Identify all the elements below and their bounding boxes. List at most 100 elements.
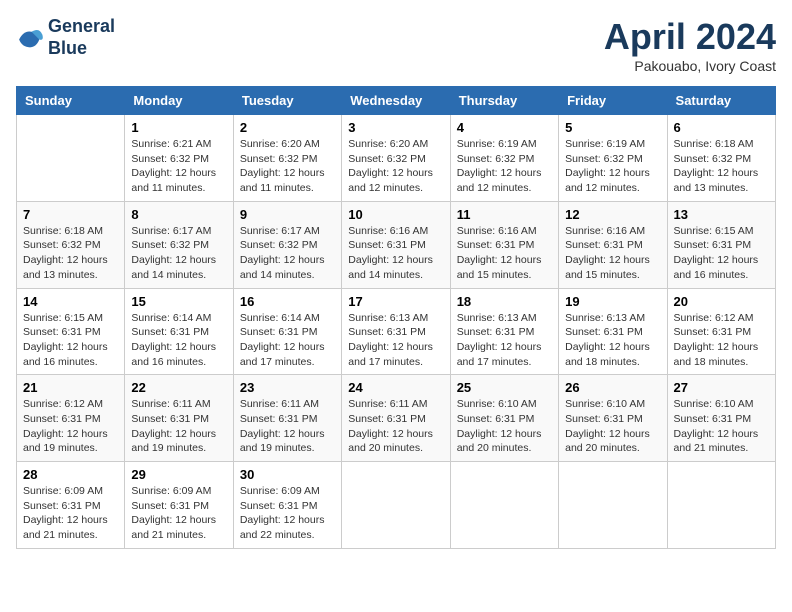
calendar-cell bbox=[667, 462, 775, 549]
day-info: Sunrise: 6:09 AM Sunset: 6:31 PM Dayligh… bbox=[23, 484, 118, 543]
day-number: 20 bbox=[674, 294, 769, 309]
calendar-cell: 27 Sunrise: 6:10 AM Sunset: 6:31 PM Dayli… bbox=[667, 375, 775, 462]
day-number: 5 bbox=[565, 120, 660, 135]
calendar-cell: 4Sunrise: 6:19 AM Sunset: 6:32 PM Daylig… bbox=[450, 115, 558, 202]
calendar-cell: 7 Sunrise: 6:18 AM Sunset: 6:32 PM Daylig… bbox=[17, 201, 125, 288]
calendar-table: SundayMondayTuesdayWednesdayThursdayFrid… bbox=[16, 86, 776, 549]
weekday-header: Saturday bbox=[667, 87, 775, 115]
calendar-cell: 15 Sunrise: 6:14 AM Sunset: 6:31 PM Dayli… bbox=[125, 288, 233, 375]
day-number: 11 bbox=[457, 207, 552, 222]
day-info: Sunrise: 6:15 AM Sunset: 6:31 PM Dayligh… bbox=[674, 224, 769, 283]
day-info: Sunrise: 6:21 AM Sunset: 6:32 PM Dayligh… bbox=[131, 137, 226, 196]
day-number: 26 bbox=[565, 380, 660, 395]
calendar-week-row: 28 Sunrise: 6:09 AM Sunset: 6:31 PM Dayli… bbox=[17, 462, 776, 549]
day-number: 8 bbox=[131, 207, 226, 222]
weekday-header: Sunday bbox=[17, 87, 125, 115]
calendar-cell: 14Sunrise: 6:15 AM Sunset: 6:31 PM Dayli… bbox=[17, 288, 125, 375]
calendar-cell: 26 Sunrise: 6:10 AM Sunset: 6:31 PM Dayli… bbox=[559, 375, 667, 462]
logo-icon bbox=[16, 24, 44, 52]
calendar-cell: 22 Sunrise: 6:11 AM Sunset: 6:31 PM Dayli… bbox=[125, 375, 233, 462]
day-info: Sunrise: 6:12 AM Sunset: 6:31 PM Dayligh… bbox=[23, 397, 118, 456]
weekday-header: Monday bbox=[125, 87, 233, 115]
calendar-cell: 3Sunrise: 6:20 AM Sunset: 6:32 PM Daylig… bbox=[342, 115, 450, 202]
calendar-cell: 19 Sunrise: 6:13 AM Sunset: 6:31 PM Dayli… bbox=[559, 288, 667, 375]
day-number: 25 bbox=[457, 380, 552, 395]
calendar-cell: 17 Sunrise: 6:13 AM Sunset: 6:31 PM Dayli… bbox=[342, 288, 450, 375]
day-info: Sunrise: 6:09 AM Sunset: 6:31 PM Dayligh… bbox=[131, 484, 226, 543]
day-info: Sunrise: 6:17 AM Sunset: 6:32 PM Dayligh… bbox=[131, 224, 226, 283]
day-info: Sunrise: 6:10 AM Sunset: 6:31 PM Dayligh… bbox=[457, 397, 552, 456]
logo: General Blue bbox=[16, 16, 115, 59]
day-number: 18 bbox=[457, 294, 552, 309]
day-number: 6 bbox=[674, 120, 769, 135]
day-info: Sunrise: 6:11 AM Sunset: 6:31 PM Dayligh… bbox=[240, 397, 335, 456]
calendar-cell: 21 Sunrise: 6:12 AM Sunset: 6:31 PM Dayli… bbox=[17, 375, 125, 462]
day-info: Sunrise: 6:18 AM Sunset: 6:32 PM Dayligh… bbox=[674, 137, 769, 196]
day-info: Sunrise: 6:11 AM Sunset: 6:31 PM Dayligh… bbox=[348, 397, 443, 456]
page-header: General Blue April 2024 Pakouabo, Ivory … bbox=[16, 16, 776, 74]
day-info: Sunrise: 6:16 AM Sunset: 6:31 PM Dayligh… bbox=[565, 224, 660, 283]
day-number: 30 bbox=[240, 467, 335, 482]
day-number: 13 bbox=[674, 207, 769, 222]
logo-line1: General bbox=[48, 16, 115, 38]
day-info: Sunrise: 6:10 AM Sunset: 6:31 PM Dayligh… bbox=[674, 397, 769, 456]
calendar-cell: 20Sunrise: 6:12 AM Sunset: 6:31 PM Dayli… bbox=[667, 288, 775, 375]
month-title: April 2024 bbox=[604, 16, 776, 58]
calendar-cell: 30 Sunrise: 6:09 AM Sunset: 6:31 PM Dayli… bbox=[233, 462, 341, 549]
calendar-cell: 6 Sunrise: 6:18 AM Sunset: 6:32 PM Daylig… bbox=[667, 115, 775, 202]
day-number: 28 bbox=[23, 467, 118, 482]
day-number: 19 bbox=[565, 294, 660, 309]
calendar-cell: 25 Sunrise: 6:10 AM Sunset: 6:31 PM Dayli… bbox=[450, 375, 558, 462]
day-number: 1 bbox=[131, 120, 226, 135]
day-info: Sunrise: 6:14 AM Sunset: 6:31 PM Dayligh… bbox=[240, 311, 335, 370]
day-number: 27 bbox=[674, 380, 769, 395]
day-number: 21 bbox=[23, 380, 118, 395]
day-number: 24 bbox=[348, 380, 443, 395]
calendar-week-row: 1 Sunrise: 6:21 AM Sunset: 6:32 PM Daylig… bbox=[17, 115, 776, 202]
calendar-cell: 2Sunrise: 6:20 AM Sunset: 6:32 PM Daylig… bbox=[233, 115, 341, 202]
day-number: 17 bbox=[348, 294, 443, 309]
calendar-cell: 28 Sunrise: 6:09 AM Sunset: 6:31 PM Dayli… bbox=[17, 462, 125, 549]
weekday-header: Tuesday bbox=[233, 87, 341, 115]
calendar-cell: 24 Sunrise: 6:11 AM Sunset: 6:31 PM Dayli… bbox=[342, 375, 450, 462]
day-info: Sunrise: 6:10 AM Sunset: 6:31 PM Dayligh… bbox=[565, 397, 660, 456]
day-number: 10 bbox=[348, 207, 443, 222]
title-block: April 2024 Pakouabo, Ivory Coast bbox=[604, 16, 776, 74]
location: Pakouabo, Ivory Coast bbox=[604, 58, 776, 74]
calendar-cell: 1 Sunrise: 6:21 AM Sunset: 6:32 PM Daylig… bbox=[125, 115, 233, 202]
calendar-cell: 12Sunrise: 6:16 AM Sunset: 6:31 PM Dayli… bbox=[559, 201, 667, 288]
day-number: 15 bbox=[131, 294, 226, 309]
day-number: 22 bbox=[131, 380, 226, 395]
calendar-cell: 18Sunrise: 6:13 AM Sunset: 6:31 PM Dayli… bbox=[450, 288, 558, 375]
day-info: Sunrise: 6:13 AM Sunset: 6:31 PM Dayligh… bbox=[565, 311, 660, 370]
calendar-week-row: 21 Sunrise: 6:12 AM Sunset: 6:31 PM Dayli… bbox=[17, 375, 776, 462]
day-info: Sunrise: 6:11 AM Sunset: 6:31 PM Dayligh… bbox=[131, 397, 226, 456]
weekday-header: Thursday bbox=[450, 87, 558, 115]
weekday-header: Wednesday bbox=[342, 87, 450, 115]
logo-line2: Blue bbox=[48, 38, 115, 60]
calendar-cell: 16 Sunrise: 6:14 AM Sunset: 6:31 PM Dayli… bbox=[233, 288, 341, 375]
day-number: 14 bbox=[23, 294, 118, 309]
day-info: Sunrise: 6:16 AM Sunset: 6:31 PM Dayligh… bbox=[457, 224, 552, 283]
weekday-header-row: SundayMondayTuesdayWednesdayThursdayFrid… bbox=[17, 87, 776, 115]
day-info: Sunrise: 6:13 AM Sunset: 6:31 PM Dayligh… bbox=[348, 311, 443, 370]
day-number: 2 bbox=[240, 120, 335, 135]
day-number: 29 bbox=[131, 467, 226, 482]
calendar-cell: 11 Sunrise: 6:16 AM Sunset: 6:31 PM Dayli… bbox=[450, 201, 558, 288]
day-info: Sunrise: 6:20 AM Sunset: 6:32 PM Dayligh… bbox=[348, 137, 443, 196]
day-info: Sunrise: 6:09 AM Sunset: 6:31 PM Dayligh… bbox=[240, 484, 335, 543]
calendar-week-row: 7 Sunrise: 6:18 AM Sunset: 6:32 PM Daylig… bbox=[17, 201, 776, 288]
calendar-cell bbox=[17, 115, 125, 202]
calendar-cell: 8 Sunrise: 6:17 AM Sunset: 6:32 PM Daylig… bbox=[125, 201, 233, 288]
day-info: Sunrise: 6:19 AM Sunset: 6:32 PM Dayligh… bbox=[565, 137, 660, 196]
calendar-cell: 9Sunrise: 6:17 AM Sunset: 6:32 PM Daylig… bbox=[233, 201, 341, 288]
calendar-cell bbox=[450, 462, 558, 549]
calendar-cell: 23Sunrise: 6:11 AM Sunset: 6:31 PM Dayli… bbox=[233, 375, 341, 462]
day-info: Sunrise: 6:14 AM Sunset: 6:31 PM Dayligh… bbox=[131, 311, 226, 370]
day-number: 7 bbox=[23, 207, 118, 222]
day-number: 16 bbox=[240, 294, 335, 309]
day-info: Sunrise: 6:18 AM Sunset: 6:32 PM Dayligh… bbox=[23, 224, 118, 283]
calendar-cell: 29 Sunrise: 6:09 AM Sunset: 6:31 PM Dayli… bbox=[125, 462, 233, 549]
calendar-cell bbox=[559, 462, 667, 549]
day-info: Sunrise: 6:17 AM Sunset: 6:32 PM Dayligh… bbox=[240, 224, 335, 283]
